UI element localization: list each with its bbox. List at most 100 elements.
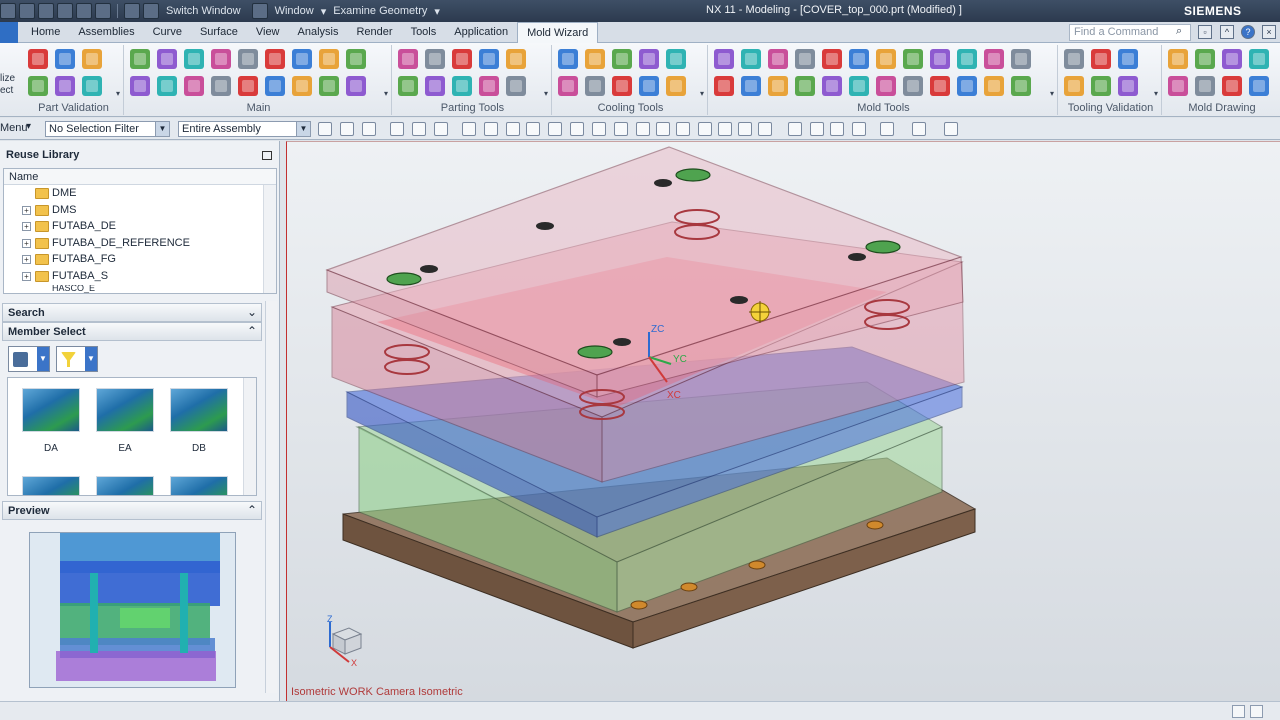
search-section-header[interactable]: Search ⌄: [2, 303, 262, 322]
ribbon-command-icon[interactable]: [265, 76, 285, 96]
ribbon-command-icon[interactable]: [1118, 76, 1138, 96]
expand-icon[interactable]: +: [22, 238, 31, 248]
ribbon-command-icon[interactable]: [768, 49, 788, 69]
expand-icon[interactable]: +: [22, 255, 31, 265]
ribbon-command-icon[interactable]: [1091, 49, 1111, 69]
ribbon-command-icon[interactable]: [930, 49, 950, 69]
selection-tool-icon[interactable]: [656, 122, 670, 136]
selection-tool-icon[interactable]: [810, 122, 824, 136]
tab-home[interactable]: Home: [22, 22, 69, 43]
member-thumbnail[interactable]: [22, 388, 80, 432]
tab-surface[interactable]: Surface: [191, 22, 247, 43]
search-icon[interactable]: ⌕: [1176, 25, 1182, 38]
ribbon-command-icon[interactable]: [666, 76, 686, 96]
tab-render[interactable]: Render: [347, 22, 401, 43]
copy-icon[interactable]: [76, 3, 92, 19]
member-thumbnail[interactable]: [170, 388, 228, 432]
ribbon-command-icon[interactable]: [795, 76, 815, 96]
selection-tool-icon[interactable]: [830, 122, 844, 136]
quick-access-customize-icon[interactable]: ▾: [434, 5, 440, 18]
status-toggle-icon[interactable]: [1250, 705, 1263, 718]
ribbon-command-icon[interactable]: [903, 76, 923, 96]
ribbon-command-icon[interactable]: [82, 49, 102, 69]
tab-view[interactable]: View: [247, 22, 289, 43]
selection-tool-icon[interactable]: [412, 122, 426, 136]
ribbon-command-icon[interactable]: [1064, 49, 1084, 69]
ribbon-command-icon[interactable]: [346, 49, 366, 69]
member-select-section-header[interactable]: Member Select ⌃: [2, 322, 262, 341]
ribbon-command-icon[interactable]: [741, 76, 761, 96]
graphics-window[interactable]: ZC YC XC Z X Isometric WORK Camera Isome…: [286, 141, 1280, 701]
tree-item[interactable]: + DMS: [4, 202, 276, 219]
selection-scope-dropdown[interactable]: Entire Assembly ▼: [178, 121, 311, 137]
ribbon-command-icon[interactable]: [714, 49, 734, 69]
ribbon-command-icon[interactable]: [822, 49, 842, 69]
menu-chevron-icon[interactable]: ▾: [26, 121, 31, 132]
ribbon-command-icon[interactable]: [292, 76, 312, 96]
tab-analysis[interactable]: Analysis: [289, 22, 348, 43]
ribbon-command-icon[interactable]: [984, 76, 1004, 96]
ribbon-command-icon[interactable]: [55, 76, 75, 96]
expand-icon[interactable]: +: [22, 271, 31, 281]
ribbon-command-icon[interactable]: [1168, 76, 1188, 96]
app-menu-icon[interactable]: [0, 3, 16, 19]
selection-tool-icon[interactable]: [852, 122, 866, 136]
selection-tool-icon[interactable]: [718, 122, 732, 136]
selection-tool-icon[interactable]: [434, 122, 448, 136]
ribbon-command-icon[interactable]: [1222, 49, 1242, 69]
member-thumbnail[interactable]: [22, 476, 80, 495]
ribbon-command-icon[interactable]: [984, 49, 1004, 69]
preview-section-header[interactable]: Preview ⌃: [2, 501, 262, 520]
ribbon-command-icon[interactable]: [28, 76, 48, 96]
ribbon-command-icon[interactable]: [184, 49, 204, 69]
tab-curve[interactable]: Curve: [144, 22, 191, 43]
examine-geometry-button[interactable]: Examine Geometry: [333, 5, 427, 17]
ribbon-command-icon[interactable]: [130, 49, 150, 69]
ribbon-command-icon[interactable]: [157, 49, 177, 69]
selection-tool-icon[interactable]: [570, 122, 584, 136]
selection-tool-icon[interactable]: [362, 122, 376, 136]
ribbon-command-icon[interactable]: [1011, 76, 1031, 96]
ribbon-command-icon[interactable]: [930, 76, 950, 96]
ribbon-command-icon[interactable]: [849, 49, 869, 69]
ribbon-command-icon[interactable]: [398, 49, 418, 69]
ribbon-command-icon[interactable]: [479, 49, 499, 69]
tree-item[interactable]: HASCO_E: [4, 285, 276, 293]
ribbon-command-icon[interactable]: [265, 49, 285, 69]
redo-icon[interactable]: [38, 3, 54, 19]
ribbon-command-icon[interactable]: [558, 49, 578, 69]
ribbon-command-icon[interactable]: [82, 76, 102, 96]
group-more-icon[interactable]: ▾: [1050, 89, 1054, 98]
view-type-dropdown[interactable]: ▼: [8, 346, 50, 372]
selection-filter-dropdown[interactable]: No Selection Filter ▼: [45, 121, 170, 137]
window-icon[interactable]: [251, 3, 268, 19]
ribbon-command-icon[interactable]: [768, 76, 788, 96]
panel-scrollbar[interactable]: [265, 301, 277, 693]
ribbon-command-icon[interactable]: [957, 76, 977, 96]
ribbon-command-icon[interactable]: [876, 76, 896, 96]
ribbon-command-icon[interactable]: [425, 76, 445, 96]
ribbon-command-icon[interactable]: [612, 49, 632, 69]
mold-assembly-model[interactable]: ZC YC XC Z X: [287, 142, 1280, 702]
group-more-icon[interactable]: ▾: [116, 89, 120, 98]
ribbon-command-icon[interactable]: [1091, 76, 1111, 96]
tree-item[interactable]: + FUTABA_S: [4, 268, 276, 285]
window-menu-chevron-icon[interactable]: ▾: [321, 5, 327, 18]
ribbon-command-icon[interactable]: [184, 76, 204, 96]
ribbon-command-icon[interactable]: [157, 76, 177, 96]
selection-tool-icon[interactable]: [318, 122, 332, 136]
selection-tool-icon[interactable]: [506, 122, 520, 136]
ribbon-command-icon[interactable]: [1249, 49, 1269, 69]
tab-tools[interactable]: Tools: [402, 22, 446, 43]
ribbon-command-icon[interactable]: [55, 49, 75, 69]
tree-item[interactable]: + FUTABA_FG: [4, 251, 276, 268]
selection-tool-icon[interactable]: [484, 122, 498, 136]
ribbon-command-icon[interactable]: [452, 76, 472, 96]
ribbon-command-icon[interactable]: [506, 49, 526, 69]
restore-window-icon[interactable]: ▫: [1198, 25, 1212, 39]
ribbon-command-icon[interactable]: [28, 49, 48, 69]
ribbon-command-icon[interactable]: [903, 49, 923, 69]
ribbon-command-icon[interactable]: [849, 76, 869, 96]
ribbon-command-icon[interactable]: [292, 49, 312, 69]
selection-tool-icon[interactable]: [912, 122, 926, 136]
